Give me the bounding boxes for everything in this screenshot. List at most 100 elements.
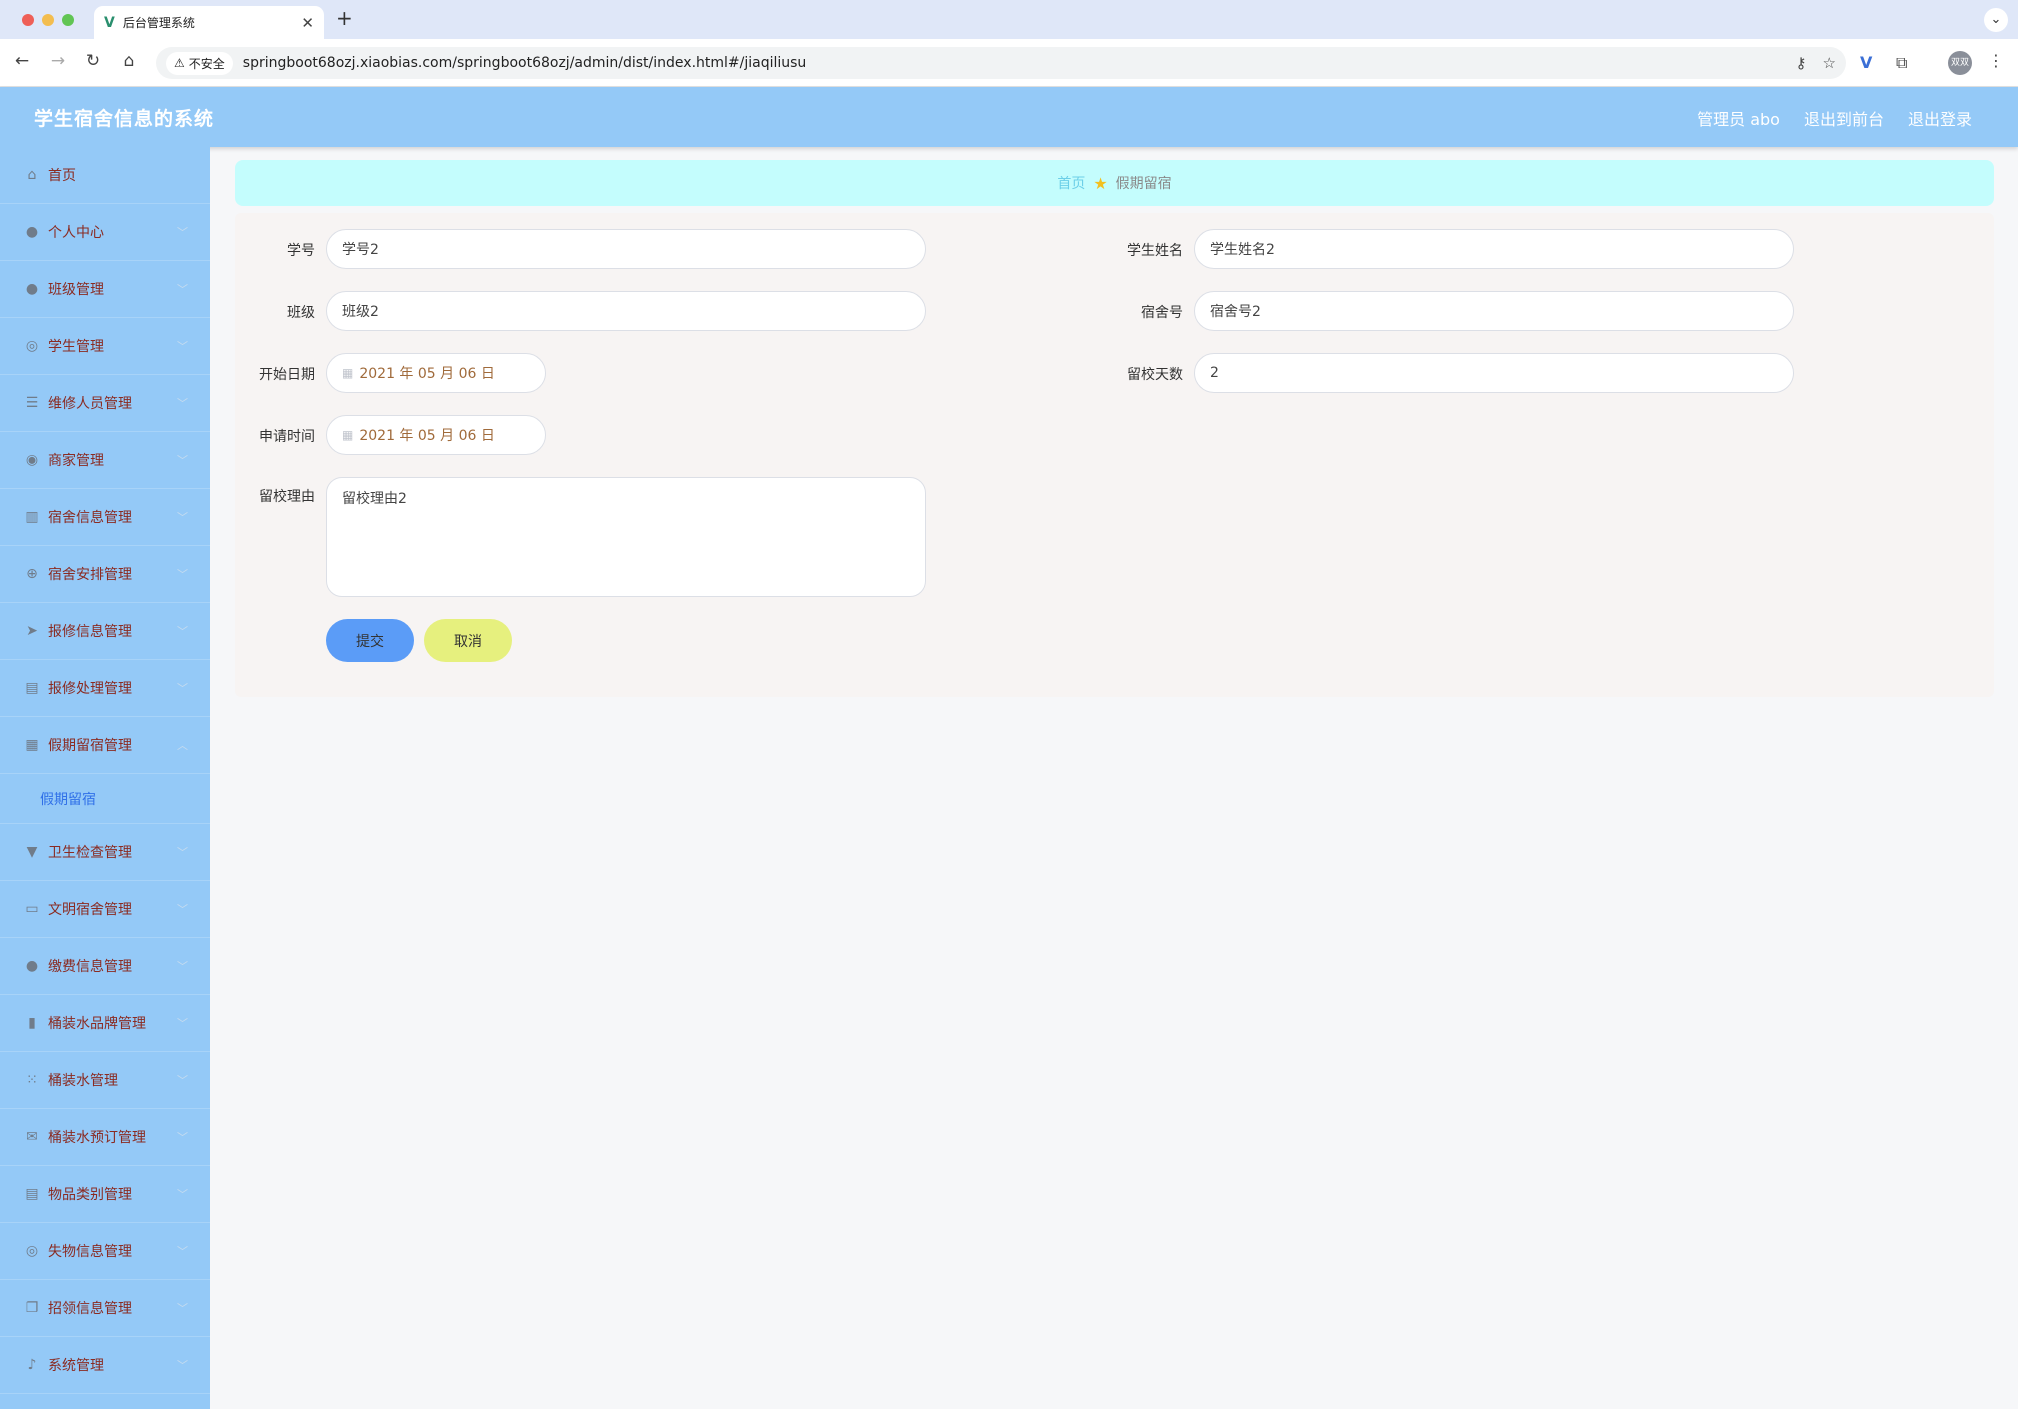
sidebar-item[interactable]: ▮ 桶装水品牌管理 ﹀ xyxy=(0,995,210,1052)
vue-devtools-icon[interactable]: V xyxy=(1860,53,1872,72)
sidebar-item[interactable]: ⌂ 首页 xyxy=(0,147,210,204)
star-icon: ★ xyxy=(1093,173,1108,193)
avatar[interactable]: 双双 xyxy=(1948,51,1972,75)
chevron-down-icon: ﹀ xyxy=(177,1017,188,1030)
chevron-down-icon: ﹀ xyxy=(177,1074,188,1087)
class-label: 班级 xyxy=(287,305,315,321)
forward-arrow-icon[interactable]: → xyxy=(47,51,69,71)
chevron-down-icon: ﹀ xyxy=(177,682,188,695)
close-icon[interactable]: ✕ xyxy=(301,14,314,32)
sidebar-item-label: 卫生检查管理 xyxy=(48,845,132,861)
star-icon[interactable]: ☆ xyxy=(1823,54,1836,72)
clipboard-icon: ▤ xyxy=(25,680,39,696)
sidebar-item[interactable]: ▥ 宿舍信息管理 ﹀ xyxy=(0,489,210,546)
sidebar-item-label: 桶装水品牌管理 xyxy=(48,1016,146,1032)
student-no-label: 学号 xyxy=(287,243,315,259)
chevron-down-icon: ﹀ xyxy=(177,511,188,524)
breadcrumb: 首页 ★ 假期留宿 xyxy=(235,160,1994,206)
user-icon: ● xyxy=(25,224,39,240)
browser-tabbar: V 后台管理系统 ✕ + ⌄ xyxy=(0,0,2018,39)
copy-icon: ❐ xyxy=(25,1300,39,1316)
compass-icon: ◎ xyxy=(25,1243,39,1259)
chevron-down-icon: ﹀ xyxy=(177,1302,188,1315)
sidebar-item[interactable]: ❐ 招领信息管理 ﹀ xyxy=(0,1280,210,1337)
brush-icon: ▼ xyxy=(26,844,38,860)
apply-time-picker[interactable]: ▦ 2021 年 05 月 06 日 xyxy=(326,415,546,455)
sidebar-subitem-holiday-stay[interactable]: 假期留宿 xyxy=(0,774,210,824)
apply-time-value: 2021 年 05 月 06 日 xyxy=(359,428,495,444)
insecure-badge[interactable]: ⚠ 不安全 xyxy=(166,51,233,75)
sidebar-item[interactable]: ◉ 商家管理 ﹀ xyxy=(0,432,210,489)
address-bar[interactable]: ⚠ 不安全 springboot68ozj.xiaobias.com/sprin… xyxy=(156,47,1846,79)
tab-title: 后台管理系统 xyxy=(122,16,195,30)
app-header: 学生宿舍信息的系统 管理员 abo 退出到前台 退出登录 xyxy=(0,87,2018,147)
sidebar-item-label: 首页 xyxy=(48,168,76,184)
sidebar-item[interactable]: ☰ 维修人员管理 ﹀ xyxy=(0,375,210,432)
reason-textarea[interactable]: 留校理由2 xyxy=(326,477,926,597)
chevron-down-icon: ﹀ xyxy=(177,1245,188,1258)
minimize-window-button[interactable] xyxy=(42,14,54,26)
class-input[interactable]: 班级2 xyxy=(326,291,926,331)
sidebar-item[interactable]: ▦ 假期留宿管理 ︿ xyxy=(0,717,210,774)
close-window-button[interactable] xyxy=(22,14,34,26)
sidebar-item-label: 物品类别管理 xyxy=(48,1187,132,1203)
user-icon: ● xyxy=(25,958,39,974)
extensions-icon[interactable]: ⧉ xyxy=(1896,53,1907,73)
mail-icon: ✉ xyxy=(26,1129,38,1145)
reason-label: 留校理由 xyxy=(259,489,315,505)
reload-icon[interactable]: ↻ xyxy=(82,51,104,71)
sidebar-item-label: 报修信息管理 xyxy=(48,624,132,640)
chevron-down-icon: ﹀ xyxy=(177,846,188,859)
sidebar-item-label: 文明宿舍管理 xyxy=(48,902,132,918)
maximize-window-button[interactable] xyxy=(62,14,74,26)
logout-link[interactable]: 退出登录 xyxy=(1908,106,1972,130)
sidebar-item[interactable]: ➤ 报修信息管理 ﹀ xyxy=(0,603,210,660)
dorm-no-input[interactable]: 宿舍号2 xyxy=(1194,291,1794,331)
more-vert-icon[interactable]: ⋮ xyxy=(1988,51,2004,70)
chevron-down-icon: ﹀ xyxy=(177,1188,188,1201)
start-date-picker[interactable]: ▦ 2021 年 05 月 06 日 xyxy=(326,353,546,393)
sidebar-item[interactable]: ⁙ 桶装水管理 ﹀ xyxy=(0,1052,210,1109)
sidebar-item-label: 个人中心 xyxy=(48,225,104,241)
chevron-down-icon: ﹀ xyxy=(177,903,188,916)
sidebar-item[interactable]: ◎ 学生管理 ﹀ xyxy=(0,318,210,375)
sidebar-item[interactable]: ▭ 文明宿舍管理 ﹀ xyxy=(0,881,210,938)
days-label: 留校天数 xyxy=(1127,367,1183,383)
cancel-button[interactable]: 取消 xyxy=(424,619,512,662)
sidebar-item[interactable]: ▼ 卫生检查管理 ﹀ xyxy=(0,824,210,881)
sidebar-item[interactable]: ▤ 物品类别管理 ﹀ xyxy=(0,1166,210,1223)
apply-time-label: 申请时间 xyxy=(259,429,315,445)
grid-icon: ▦ xyxy=(25,737,39,753)
key-icon[interactable]: ⚷ xyxy=(1796,54,1807,72)
home-icon[interactable]: ⌂ xyxy=(118,51,140,71)
sidebar-item[interactable]: ▤ 报修处理管理 ﹀ xyxy=(0,660,210,717)
sidebar-item[interactable]: ⊕ 宿舍安排管理 ﹀ xyxy=(0,546,210,603)
back-arrow-icon[interactable]: ← xyxy=(11,51,33,71)
sidebar-item[interactable]: ● 个人中心 ﹀ xyxy=(0,204,210,261)
chevron-down-icon: ﹀ xyxy=(177,283,188,296)
sidebar-item[interactable]: ◎ 失物信息管理 ﹀ xyxy=(0,1223,210,1280)
browser-tab[interactable]: V 后台管理系统 ✕ xyxy=(94,6,324,39)
sidebar-item-label: 缴费信息管理 xyxy=(48,959,132,975)
student-no-input[interactable]: 学号2 xyxy=(326,229,926,269)
chevron-down-icon: ﹀ xyxy=(177,960,188,973)
exit-to-frontend-link[interactable]: 退出到前台 xyxy=(1804,106,1884,130)
apps-icon: ⁙ xyxy=(26,1072,38,1088)
sidebar-item[interactable]: ● 班级管理 ﹀ xyxy=(0,261,210,318)
new-tab-icon[interactable]: + xyxy=(336,6,353,30)
sidebar-item[interactable]: ♪ 系统管理 ﹀ xyxy=(0,1337,210,1394)
chevron-down-icon[interactable]: ⌄ xyxy=(1984,8,2008,32)
url-text[interactable]: springboot68ozj.xiaobias.com/springboot6… xyxy=(243,55,1780,71)
submit-button[interactable]: 提交 xyxy=(326,619,414,662)
breadcrumb-home-link[interactable]: 首页 xyxy=(1057,173,1085,193)
days-input[interactable]: 2 xyxy=(1194,353,1794,393)
student-name-label: 学生姓名 xyxy=(1127,243,1183,259)
sidebar-item-label: 失物信息管理 xyxy=(48,1244,132,1260)
circle-icon: ◉ xyxy=(25,452,39,468)
sidebar-item[interactable]: ● 缴费信息管理 ﹀ xyxy=(0,938,210,995)
chevron-down-icon: ﹀ xyxy=(177,226,188,239)
bar-chart-icon: ▮ xyxy=(28,1015,36,1031)
sidebar-item[interactable]: ✉ 桶装水预订管理 ﹀ xyxy=(0,1109,210,1166)
student-name-input[interactable]: 学生姓名2 xyxy=(1194,229,1794,269)
sidebar-item-label: 桶装水预订管理 xyxy=(48,1130,146,1146)
